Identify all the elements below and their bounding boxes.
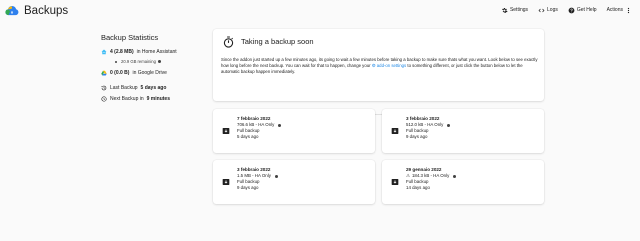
backup-card[interactable]: 3 febbraio 2022 1.5 MB - HA Only Full ba… [213, 160, 375, 204]
stat-last-backup: Last Backup 5 days ago [101, 83, 211, 92]
stat-remaining: 20.9 GB remaining [115, 58, 211, 65]
local-backup-suffix: in Home Assistant [136, 48, 177, 55]
backup-age: 9 days ago [237, 185, 259, 190]
next-backup-label: Next Backup in [110, 95, 144, 102]
last-backup-label: Last Backup [110, 84, 138, 91]
help-circle-icon [568, 7, 575, 14]
info-icon[interactable] [453, 174, 457, 178]
backup-age: 9 days ago [406, 134, 428, 139]
addon-settings-link-label: add-on settings [376, 63, 407, 69]
stats-title: Backup Statistics [101, 33, 159, 42]
info-icon[interactable] [447, 123, 451, 127]
top-bar: Backups Settings Logs Get Help Actions [0, 0, 640, 22]
help-button[interactable]: Get Help [568, 6, 597, 15]
info-icon[interactable] [274, 174, 278, 178]
clock-icon [101, 95, 107, 102]
settings-label: Settings [509, 7, 529, 13]
last-backup-value: 5 days ago [140, 84, 167, 91]
backup-age: 14 days ago [406, 185, 430, 190]
backup-box-icon [391, 127, 399, 135]
addon-settings-link[interactable]: ⚙ add-on settings [372, 63, 406, 68]
backup-card[interactable]: 7 febbraio 2022 706.6 kB - HA Only Full … [213, 109, 375, 153]
logs-button[interactable]: Logs [538, 6, 558, 15]
backup-logo-icon [5, 5, 19, 16]
backup-box-icon [222, 178, 230, 186]
backup-card[interactable]: 29 gennaio 2022 ⚠ 184.3 kB - HA Only Ful… [382, 160, 544, 204]
actions-menu-button[interactable]: Actions [607, 6, 632, 15]
bullet [115, 60, 117, 63]
backup-soon-card: Taking a backup soon Since the addon jus… [213, 29, 544, 124]
help-label: Get Help [576, 7, 597, 13]
app-title: Backups [24, 5, 69, 17]
stat-drive-backups: 0 (0.0 B) in Google Drive [101, 68, 211, 77]
backup-box-icon [222, 127, 230, 135]
next-backup-value: 9 minutes [146, 95, 170, 102]
info-icon[interactable] [278, 123, 282, 127]
backup-soon-title: Taking a backup soon [241, 37, 314, 46]
stat-next-backup: Next Backup in 9 minutes [101, 94, 211, 103]
info-icon[interactable] [157, 60, 161, 63]
local-backup-count: 4 (2.8 MB) [110, 48, 134, 55]
backup-info: 29 gennaio 2022 ⚠ 184.3 kB - HA Only Ful… [406, 167, 457, 191]
backup-info: 3 febbraio 2022 1.5 MB - HA Only Full ba… [237, 167, 278, 191]
timer-icon [223, 36, 234, 48]
remaining-space: 20.9 GB remaining [121, 59, 156, 64]
backup-age: 5 days ago [237, 134, 259, 139]
backup-card[interactable]: 3 febbraio 2022 512.0 kB - HA Only Full … [382, 109, 544, 153]
gear-icon [501, 7, 508, 14]
settings-button[interactable]: Settings [501, 6, 528, 15]
drive-backup-count: 0 (0.0 B) [110, 69, 130, 76]
backup-box-icon [391, 178, 399, 186]
logs-label: Logs [547, 7, 558, 13]
stat-local-backups: 4 (2.8 MB) in Home Assistant [101, 47, 211, 56]
code-icon [538, 8, 545, 13]
actions-label: Actions [606, 7, 623, 13]
backup-info: 7 febbraio 2022 706.6 kB - HA Only Full … [237, 116, 282, 140]
google-drive-icon [101, 70, 107, 75]
drive-backup-suffix: in Google Drive [132, 69, 167, 76]
backup-info: 3 febbraio 2022 512.0 kB - HA Only Full … [406, 116, 451, 140]
history-icon [101, 85, 107, 90]
top-nav: Settings Logs Get Help Actions [501, 6, 632, 15]
home-assistant-icon [101, 49, 107, 54]
backup-soon-description: Since the addon just started up a few mi… [221, 57, 539, 76]
backup-statistics: Backup Statistics 4 (2.8 MB) in Home Ass… [101, 33, 211, 103]
more-vertical-icon [627, 7, 630, 14]
backup-soon-header: Taking a backup soon [223, 36, 314, 48]
